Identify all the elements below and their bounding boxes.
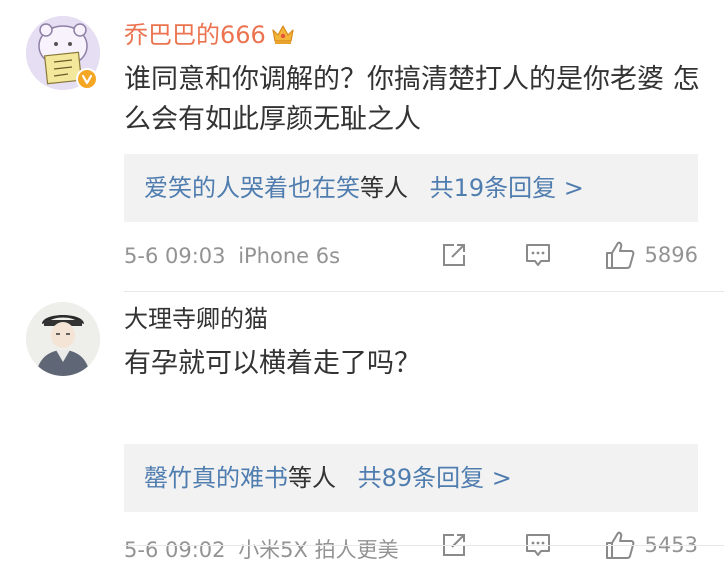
like-button[interactable]: 5896 — [603, 238, 698, 272]
crown-icon — [270, 22, 296, 53]
comment-item: 大理寺卿的猫 有孕就可以横着走了吗？ 罄竹真的难书等人 共89条回复 > 5-6… — [0, 292, 724, 562]
comment-icon[interactable] — [521, 238, 555, 272]
avatar[interactable] — [26, 302, 100, 376]
comment-time: 5-6 09:03 — [124, 244, 226, 268]
comment-meta: 5-6 09:02 小米5X 拍人更美 — [124, 534, 399, 564]
comment-source: 小米5X 拍人更美 — [238, 538, 399, 562]
comment-item: 乔巴巴的666 谁同意和你调解的？你搞清楚打人的是你老婆 怎么会有如此厚颜无耻之… — [0, 0, 724, 292]
comment-source: iPhone 6s — [238, 244, 341, 268]
reply-summary[interactable]: 爱笑的人哭着也在笑等人 共19条回复 > — [124, 154, 698, 222]
share-icon[interactable] — [437, 238, 471, 272]
reply-suffix: 等人 — [360, 174, 408, 202]
comment-time: 5-6 09:02 — [124, 538, 226, 562]
verified-badge-icon — [76, 68, 98, 90]
reply-summary[interactable]: 罄竹真的难书等人 共89条回复 > — [124, 444, 698, 512]
username-text[interactable]: 大理寺卿的猫 — [124, 305, 268, 333]
username-text[interactable]: 乔巴巴的666 — [124, 21, 266, 49]
username[interactable]: 乔巴巴的666 — [124, 20, 296, 53]
username[interactable]: 大理寺卿的猫 — [124, 304, 268, 334]
comment-text: 有孕就可以横着走了吗？ — [124, 348, 421, 379]
comment-meta: 5-6 09:03 iPhone 6s — [124, 244, 340, 268]
reply-user-link[interactable]: 罄竹真的难书 — [144, 464, 288, 492]
comment-text: 谁同意和你调解的？你搞清楚打人的是你老婆 怎么会有如此厚颜无耻之人 — [124, 64, 700, 135]
like-count: 5896 — [644, 243, 698, 267]
reply-suffix: 等人 — [288, 464, 336, 492]
action-bar: 5896 — [437, 238, 698, 272]
like-icon[interactable] — [603, 238, 637, 272]
reply-count-link[interactable]: 共89条回复 > — [358, 464, 512, 492]
reply-count-link[interactable]: 共19条回复 > — [430, 174, 584, 202]
reply-user-link[interactable]: 爱笑的人哭着也在笑 — [144, 174, 360, 202]
